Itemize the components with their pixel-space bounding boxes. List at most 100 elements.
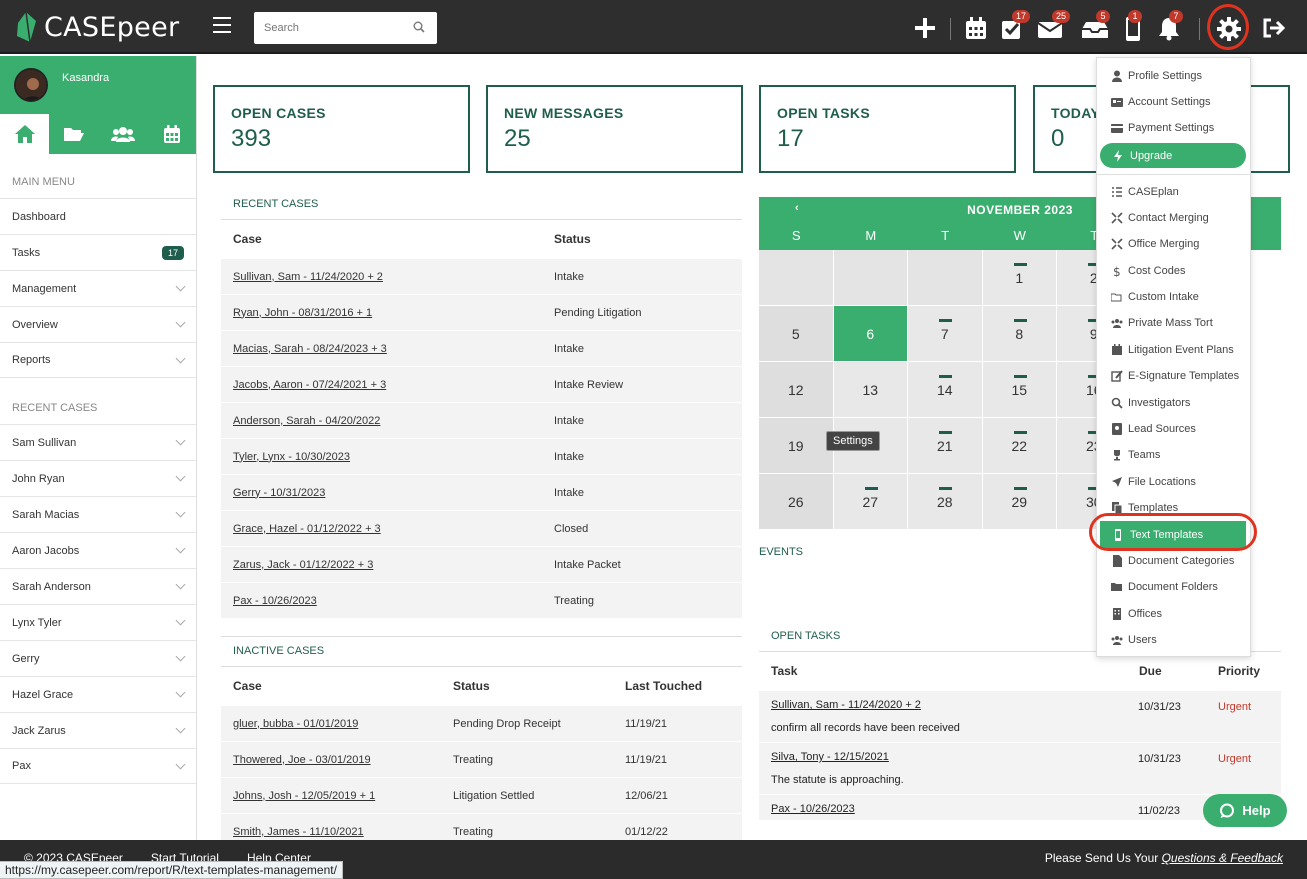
calendar-day[interactable]: 14	[908, 362, 983, 417]
table-row[interactable]: Tyler, Lynx - 10/30/2023 Intake	[221, 439, 742, 475]
table-row[interactable]: Thowered, Joe - 03/01/2019 Treating 11/19/…	[221, 742, 742, 778]
task-row[interactable]: Sullivan, Sam - 11/24/2020 + 2 confirm al…	[759, 691, 1281, 743]
menu-item-office-merging[interactable]: Office Merging	[1111, 236, 1199, 252]
sidebar-item-recent-case[interactable]: Aaron Jacobs	[0, 532, 196, 568]
calendar-day[interactable]: 15	[982, 362, 1057, 417]
menu-item-file-locations[interactable]: File Locations	[1111, 474, 1196, 490]
sidebar-item-tasks[interactable]: Tasks 17	[0, 234, 196, 270]
table-row[interactable]: Gerry - 10/31/2023 Intake	[221, 475, 742, 511]
sidebar-item-recent-case[interactable]: Lynx Tyler	[0, 604, 196, 640]
avatar[interactable]	[14, 68, 48, 102]
stat-card-open-cases[interactable]: OPEN CASES 393	[213, 85, 470, 173]
calendar-day[interactable]: 8	[982, 306, 1057, 361]
sidebar-item-recent-case[interactable]: Sarah Macias	[0, 496, 196, 532]
calendar-day[interactable]: 26	[759, 474, 834, 529]
hamburger-menu-icon[interactable]	[213, 17, 231, 33]
case-link[interactable]: Macias, Sarah - 08/24/2023 + 3	[233, 343, 554, 355]
menu-item-users[interactable]: Users	[1111, 632, 1157, 648]
tab-cases[interactable]	[49, 114, 98, 154]
search-icon[interactable]	[413, 21, 425, 33]
task-case-link[interactable]: Pax - 10/26/2023	[771, 803, 1269, 815]
inbox-notification[interactable]: 5	[1080, 10, 1110, 42]
case-link[interactable]: Jacobs, Aaron - 07/24/2021 + 3	[233, 379, 554, 391]
case-link[interactable]: Anderson, Sarah - 04/20/2022	[233, 415, 554, 427]
calendar-day[interactable]: 6	[833, 306, 908, 361]
case-link[interactable]: Thowered, Joe - 03/01/2019	[233, 754, 453, 766]
calendar-day[interactable]: 7	[908, 306, 983, 361]
calendar-day[interactable]: 29	[982, 474, 1057, 529]
logout-icon[interactable]	[1259, 14, 1287, 42]
case-link[interactable]: Tyler, Lynx - 10/30/2023	[233, 451, 554, 463]
table-row[interactable]: Sullivan, Sam - 11/24/2020 + 2 Intake	[221, 259, 742, 295]
case-link[interactable]: Smith, James - 11/10/2021	[233, 826, 453, 838]
menu-item-caseplan[interactable]: CASEplan	[1111, 184, 1179, 200]
sidebar-item-management[interactable]: Management	[0, 270, 196, 306]
sidebar-item-recent-case[interactable]: John Ryan	[0, 460, 196, 496]
calendar-day[interactable]: 19	[759, 418, 834, 473]
previous-month-button[interactable]: ‹	[795, 202, 799, 214]
menu-item-offices[interactable]: Offices	[1111, 606, 1162, 622]
table-row[interactable]: Anderson, Sarah - 04/20/2022 Intake	[221, 403, 742, 439]
tab-calendar[interactable]	[147, 114, 196, 154]
menu-item-document-folders[interactable]: Document Folders	[1111, 579, 1218, 595]
search-input[interactable]	[264, 14, 414, 42]
case-link[interactable]: Zarus, Jack - 01/12/2022 + 3	[233, 559, 554, 571]
upgrade-button[interactable]: Upgrade	[1100, 143, 1246, 168]
menu-item-investigators[interactable]: Investigators	[1111, 395, 1190, 411]
sidebar-item-dashboard[interactable]: Dashboard	[0, 198, 196, 234]
calendar-day[interactable]: 22	[982, 418, 1057, 473]
calendar-day[interactable]: 21	[908, 418, 983, 473]
sidebar-item-recent-case[interactable]: Sarah Anderson	[0, 568, 196, 604]
menu-item-payment-settings[interactable]: Payment Settings	[1111, 120, 1214, 136]
sidebar-item-reports[interactable]: Reports	[0, 342, 196, 378]
add-icon[interactable]	[911, 14, 939, 42]
table-row[interactable]: Pax - 10/26/2023 Treating	[221, 583, 742, 619]
task-case-link[interactable]: Silva, Tony - 12/15/2021	[771, 751, 1269, 763]
menu-item-e-signature-templates[interactable]: E-Signature Templates	[1111, 368, 1239, 384]
task-row[interactable]: Silva, Tony - 12/15/2021 The statute is a…	[759, 743, 1281, 795]
calendar-icon[interactable]	[962, 14, 990, 42]
stat-card-open-tasks[interactable]: OPEN TASKS 17	[759, 85, 1016, 173]
notifications-bell[interactable]: 7	[1155, 10, 1183, 42]
table-row[interactable]: gluer, bubba - 01/01/2019 Pending Drop Re…	[221, 706, 742, 742]
sidebar-item-overview[interactable]: Overview	[0, 306, 196, 342]
calendar-day[interactable]: 12	[759, 362, 834, 417]
table-row[interactable]: Jacobs, Aaron - 07/24/2021 + 3 Intake Rev…	[221, 367, 742, 403]
menu-item-teams[interactable]: Teams	[1111, 447, 1160, 463]
sidebar-item-recent-case[interactable]: Sam Sullivan	[0, 424, 196, 460]
menu-item-contact-merging[interactable]: Contact Merging	[1111, 210, 1209, 226]
calendar-day[interactable]: 13	[833, 362, 908, 417]
tab-home[interactable]	[0, 114, 49, 154]
sidebar-item-recent-case[interactable]: Pax	[0, 748, 196, 784]
stat-card-new-messages[interactable]: NEW MESSAGES 25	[486, 85, 743, 173]
mobile-notification[interactable]: 1	[1120, 10, 1148, 42]
menu-item-private-mass-tort[interactable]: Private Mass Tort	[1111, 315, 1213, 331]
menu-item-custom-intake[interactable]: Custom Intake	[1111, 289, 1199, 305]
case-link[interactable]: Grace, Hazel - 01/12/2022 + 3	[233, 523, 554, 535]
calendar-day[interactable]: 5	[759, 306, 834, 361]
tasks-notification[interactable]: 17	[998, 10, 1031, 42]
messages-notification[interactable]: 25	[1036, 10, 1071, 42]
help-button[interactable]: Help	[1203, 794, 1287, 827]
menu-item-account-settings[interactable]: Account Settings	[1111, 94, 1211, 110]
menu-item-profile-settings[interactable]: Profile Settings	[1111, 68, 1202, 84]
table-row[interactable]: Grace, Hazel - 01/12/2022 + 3 Closed	[221, 511, 742, 547]
table-row[interactable]: Macias, Sarah - 08/24/2023 + 3 Intake	[221, 331, 742, 367]
case-link[interactable]: Johns, Josh - 12/05/2019 + 1	[233, 790, 453, 802]
table-row[interactable]: Zarus, Jack - 01/12/2022 + 3 Intake Packe…	[221, 547, 742, 583]
case-link[interactable]: Sullivan, Sam - 11/24/2020 + 2	[233, 271, 554, 283]
tab-contacts[interactable]	[98, 114, 147, 154]
calendar-day[interactable]: 1	[982, 250, 1057, 305]
menu-item-litigation-event-plans[interactable]: Litigation Event Plans	[1111, 342, 1234, 358]
case-link[interactable]: Gerry - 10/31/2023	[233, 487, 554, 499]
feedback-link[interactable]: Questions & Feedback	[1162, 851, 1283, 865]
sidebar-item-recent-case[interactable]: Hazel Grace	[0, 676, 196, 712]
case-link[interactable]: gluer, bubba - 01/01/2019	[233, 718, 453, 730]
menu-item-cost-codes[interactable]: $ Cost Codes	[1111, 263, 1185, 279]
sidebar-item-recent-case[interactable]: Gerry	[0, 640, 196, 676]
user-name[interactable]: Kasandra	[62, 72, 109, 84]
menu-item-document-categories[interactable]: Document Categories	[1111, 553, 1234, 569]
task-case-link[interactable]: Sullivan, Sam - 11/24/2020 + 2	[771, 699, 1269, 711]
logo[interactable]: CASEpeer	[14, 10, 179, 44]
case-link[interactable]: Ryan, John - 08/31/2016 + 1	[233, 307, 554, 319]
